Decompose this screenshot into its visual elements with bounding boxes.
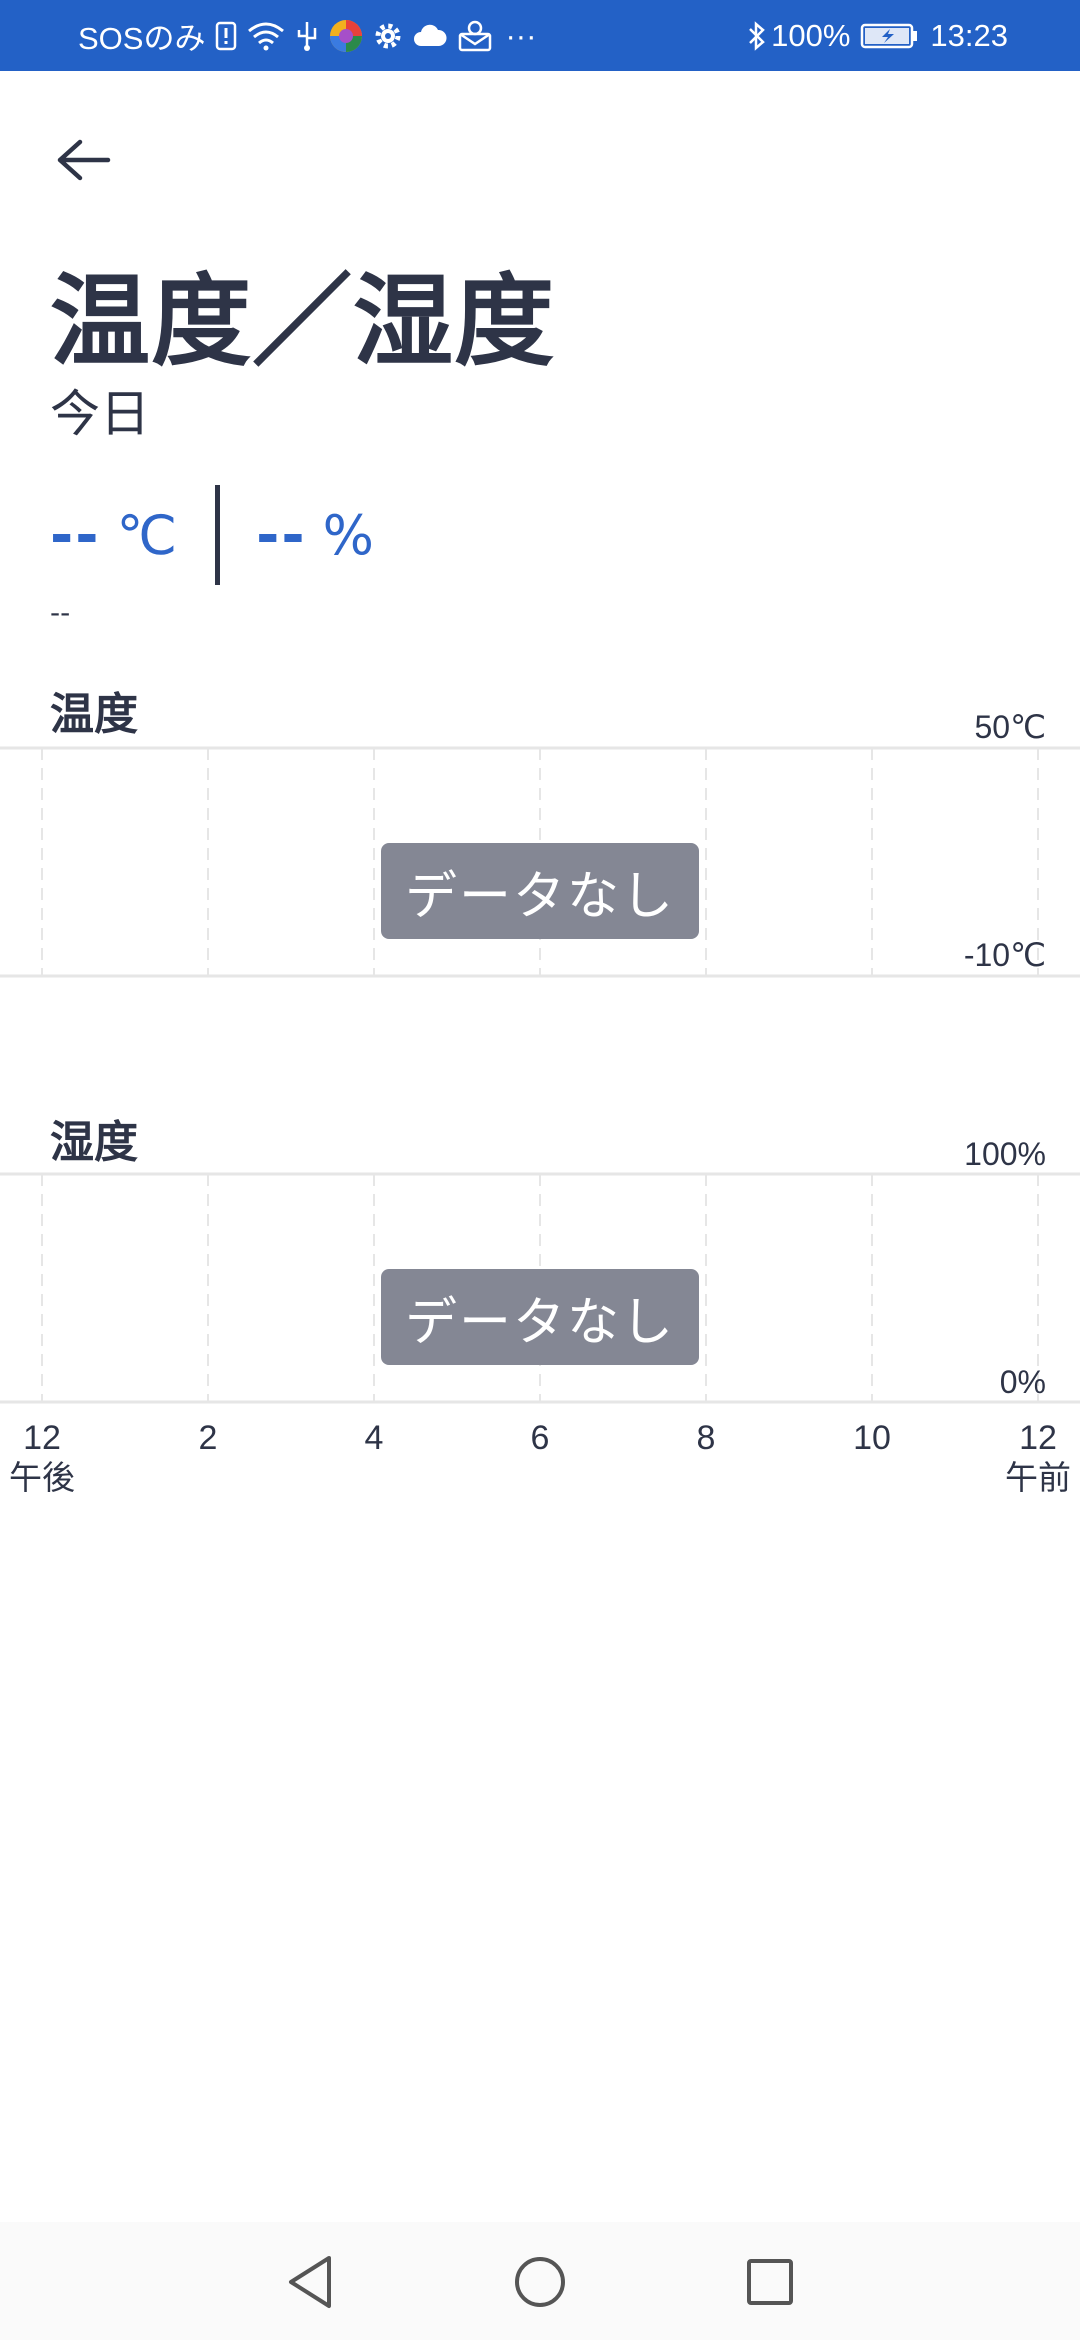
- usb-icon: [295, 20, 319, 52]
- x-tick-value: 8: [696, 1419, 716, 1457]
- temperature-chart-label: 温度: [50, 689, 138, 740]
- x-tick-period: 午後: [9, 1458, 75, 1497]
- x-tick-value: 10: [853, 1419, 891, 1457]
- x-tick-label: 12 午前: [1005, 1418, 1071, 1498]
- settings-gear-icon: [373, 21, 403, 51]
- back-button[interactable]: [48, 124, 120, 196]
- arrow-left-icon: [57, 139, 111, 181]
- page-title: 温度／湿度: [50, 263, 555, 380]
- x-tick-label: 4: [365, 1418, 384, 1458]
- temperature-unit: ℃: [116, 503, 178, 567]
- status-bar: SOSのみ ··· 100% 13:23: [0, 0, 1080, 71]
- nav-recent-apps-button[interactable]: [740, 2252, 800, 2312]
- humidity-no-data-badge: データなし: [381, 1269, 699, 1365]
- system-nav-bar: [0, 2222, 1080, 2340]
- battery-percent: 100%: [771, 17, 851, 53]
- more-notifications-text: ···: [505, 17, 537, 53]
- clock-time: 13:23: [930, 17, 1008, 53]
- reading-separator: [215, 485, 221, 585]
- status-bar-right: 100% 13:23: [737, 0, 1008, 71]
- temperature-axis-max: 50℃: [974, 709, 1046, 745]
- humidity-unit: %: [322, 503, 374, 567]
- reading-timestamp: --: [50, 596, 71, 629]
- x-tick-value: 12: [23, 1419, 61, 1457]
- battery-charging-icon: [860, 22, 920, 50]
- date-range-label: 今日: [50, 385, 150, 443]
- colorful-app-icon: [329, 19, 363, 53]
- x-tick-label: 12 午後: [9, 1418, 75, 1498]
- status-bar-left: SOSのみ ···: [78, 0, 536, 71]
- x-tick-label: 10: [853, 1418, 891, 1458]
- humidity-axis-min: 0%: [999, 1364, 1046, 1400]
- x-tick-value: 4: [364, 1419, 384, 1457]
- nav-home-button[interactable]: [510, 2252, 570, 2312]
- temperature-axis-min: -10℃: [963, 937, 1046, 973]
- time-axis: 12 午後 2 4 6 8 10 12 午前: [0, 1418, 1080, 1508]
- x-tick-label: 2: [199, 1418, 218, 1458]
- square-recent-icon: [747, 2259, 793, 2305]
- temperature-no-data-badge: データなし: [381, 843, 699, 939]
- x-tick-period: 午前: [1005, 1458, 1071, 1497]
- x-tick-label: 8: [697, 1418, 716, 1458]
- current-readings: -- ℃ -- %: [50, 480, 374, 590]
- sync-mail-icon: [457, 20, 493, 52]
- triangle-back-icon: [289, 2256, 331, 2308]
- x-tick-value: 12: [1019, 1419, 1057, 1457]
- temperature-value: --: [50, 502, 101, 568]
- x-tick-value: 6: [530, 1419, 550, 1457]
- carrier-text: SOSのみ: [78, 21, 206, 56]
- x-tick-label: 6: [531, 1418, 550, 1458]
- humidity-chart-label: 湿度: [50, 1117, 138, 1168]
- circle-home-icon: [515, 2257, 565, 2307]
- humidity-axis-max: 100%: [964, 1136, 1046, 1172]
- humidity-value: --: [256, 502, 307, 568]
- cloud-icon: [413, 24, 447, 48]
- nav-back-button[interactable]: [280, 2252, 340, 2312]
- sim-alert-icon: [215, 21, 237, 51]
- x-tick-value: 2: [198, 1419, 218, 1457]
- bluetooth-icon: [747, 20, 767, 52]
- wifi-icon: [247, 21, 285, 51]
